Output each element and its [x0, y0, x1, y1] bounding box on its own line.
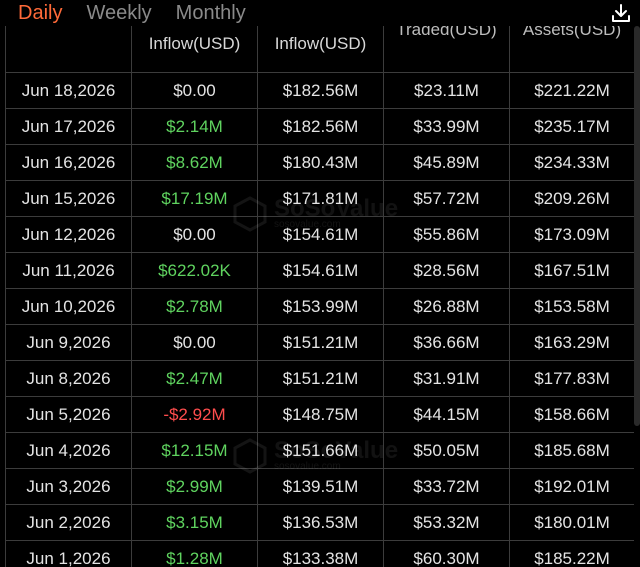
daily-inflow-cell: $12.15M: [131, 432, 258, 469]
header-net-assets[interactable]: Assets(USD): [509, 26, 634, 73]
net-assets-cell: $153.58M: [509, 288, 634, 325]
value-traded-cell: $57.72M: [383, 180, 510, 217]
daily-inflow-cell: $8.62M: [131, 144, 258, 181]
daily-inflow-cell: $2.47M: [131, 360, 258, 397]
net-assets-cell: $221.22M: [509, 72, 634, 109]
net-assets-cell: $180.01M: [509, 504, 634, 541]
cumulative-inflow-cell: $154.61M: [257, 252, 384, 289]
cumulative-inflow-cell: $151.66M: [257, 432, 384, 469]
cumulative-inflow-cell: $180.43M: [257, 144, 384, 181]
value-traded-cell: $53.32M: [383, 504, 510, 541]
daily-inflow-cell: $3.15M: [131, 504, 258, 541]
table-row[interactable]: Jun 17,2026 $2.14M $182.56M $33.99M $235.17M: [5, 108, 634, 145]
flow-table: Inflow(USD) Inflow(USD) Traded(USD) Asse…: [5, 26, 634, 567]
table-header-row: Inflow(USD) Inflow(USD) Traded(USD) Asse…: [5, 26, 634, 73]
value-traded-cell: $23.11M: [383, 72, 510, 109]
net-assets-cell: $185.68M: [509, 432, 634, 469]
daily-inflow-cell: $0.00: [131, 72, 258, 109]
cumulative-inflow-cell: $182.56M: [257, 108, 384, 145]
cumulative-inflow-cell: $154.61M: [257, 216, 384, 253]
date-cell: Jun 5,2026: [5, 396, 132, 433]
date-cell: Jun 12,2026: [5, 216, 132, 253]
cumulative-inflow-cell: $153.99M: [257, 288, 384, 325]
date-cell: Jun 8,2026: [5, 360, 132, 397]
value-traded-cell: $33.99M: [383, 108, 510, 145]
daily-inflow-cell: -$2.92M: [131, 396, 258, 433]
cumulative-inflow-cell: $171.81M: [257, 180, 384, 217]
value-traded-cell: $44.15M: [383, 396, 510, 433]
value-traded-cell: $31.91M: [383, 360, 510, 397]
net-assets-cell: $234.33M: [509, 144, 634, 181]
table-row[interactable]: Jun 9,2026 $0.00 $151.21M $36.66M $163.29M: [5, 324, 634, 361]
daily-inflow-cell: $1.28M: [131, 540, 258, 567]
net-assets-cell: $158.66M: [509, 396, 634, 433]
value-traded-cell: $28.56M: [383, 252, 510, 289]
date-cell: Jun 9,2026: [5, 324, 132, 361]
daily-inflow-cell: $622.02K: [131, 252, 258, 289]
scrollbar[interactable]: [634, 26, 640, 426]
date-cell: Jun 18,2026: [5, 72, 132, 109]
tab-weekly[interactable]: Weekly: [86, 2, 151, 24]
date-cell: Jun 4,2026: [5, 432, 132, 469]
table-row[interactable]: Jun 3,2026 $2.99M $139.51M $33.72M $192.01M: [5, 468, 634, 505]
date-cell: Jun 3,2026: [5, 468, 132, 505]
net-assets-cell: $235.17M: [509, 108, 634, 145]
cumulative-inflow-cell: $182.56M: [257, 72, 384, 109]
value-traded-cell: $26.88M: [383, 288, 510, 325]
cumulative-inflow-cell: $133.38M: [257, 540, 384, 567]
value-traded-cell: $45.89M: [383, 144, 510, 181]
net-assets-cell: $185.22M: [509, 540, 634, 567]
date-cell: Jun 10,2026: [5, 288, 132, 325]
tab-monthly[interactable]: Monthly: [176, 2, 246, 24]
date-cell: Jun 2,2026: [5, 504, 132, 541]
net-assets-cell: $163.29M: [509, 324, 634, 361]
date-cell: Jun 17,2026: [5, 108, 132, 145]
value-traded-cell: $33.72M: [383, 468, 510, 505]
daily-inflow-cell: $0.00: [131, 216, 258, 253]
table-row[interactable]: Jun 15,2026 $17.19M $171.81M $57.72M $209.26…: [5, 180, 634, 217]
table-row[interactable]: Jun 18,2026 $0.00 $182.56M $23.11M $221.22M: [5, 72, 634, 109]
header-cumulative-inflow[interactable]: Inflow(USD): [257, 26, 384, 73]
daily-inflow-cell: $2.99M: [131, 468, 258, 505]
daily-inflow-cell: $0.00: [131, 324, 258, 361]
cumulative-inflow-cell: $136.53M: [257, 504, 384, 541]
date-cell: Jun 11,2026: [5, 252, 132, 289]
value-traded-cell: $36.66M: [383, 324, 510, 361]
net-assets-cell: $173.09M: [509, 216, 634, 253]
date-cell: Jun 1,2026: [5, 540, 132, 567]
daily-inflow-cell: $17.19M: [131, 180, 258, 217]
cumulative-inflow-cell: $151.21M: [257, 360, 384, 397]
table-row[interactable]: Jun 2,2026 $3.15M $136.53M $53.32M $180.01M: [5, 504, 634, 541]
table-row[interactable]: Jun 1,2026 $1.28M $133.38M $60.30M $185.22M: [5, 540, 634, 567]
cumulative-inflow-cell: $139.51M: [257, 468, 384, 505]
table-row[interactable]: Jun 5,2026 -$2.92M $148.75M $44.15M $158.66M: [5, 396, 634, 433]
date-cell: Jun 16,2026: [5, 144, 132, 181]
date-cell: Jun 15,2026: [5, 180, 132, 217]
header-daily-inflow[interactable]: Inflow(USD): [131, 26, 258, 73]
period-tabs: Daily Weekly Monthly: [0, 0, 270, 26]
value-traded-cell: $50.05M: [383, 432, 510, 469]
net-assets-cell: $177.83M: [509, 360, 634, 397]
table-row[interactable]: Jun 8,2026 $2.47M $151.21M $31.91M $177.83M: [5, 360, 634, 397]
cumulative-inflow-cell: $151.21M: [257, 324, 384, 361]
table-row[interactable]: Jun 12,2026 $0.00 $154.61M $55.86M $173.09M: [5, 216, 634, 253]
download-icon[interactable]: [610, 2, 632, 24]
table-row[interactable]: Jun 10,2026 $2.78M $153.99M $26.88M $153.58M: [5, 288, 634, 325]
value-traded-cell: $60.30M: [383, 540, 510, 567]
tab-daily[interactable]: Daily: [18, 2, 62, 24]
table-row[interactable]: Jun 4,2026 $12.15M $151.66M $50.05M $185.68M: [5, 432, 634, 469]
table-row[interactable]: Jun 11,2026 $622.02K $154.61M $28.56M $167.5…: [5, 252, 634, 289]
header-date: [5, 26, 132, 73]
net-assets-cell: $167.51M: [509, 252, 634, 289]
cumulative-inflow-cell: $148.75M: [257, 396, 384, 433]
daily-inflow-cell: $2.14M: [131, 108, 258, 145]
daily-inflow-cell: $2.78M: [131, 288, 258, 325]
value-traded-cell: $55.86M: [383, 216, 510, 253]
table-row[interactable]: Jun 16,2026 $8.62M $180.43M $45.89M $234.33M: [5, 144, 634, 181]
header-value-traded[interactable]: Traded(USD): [383, 26, 510, 73]
net-assets-cell: $192.01M: [509, 468, 634, 505]
net-assets-cell: $209.26M: [509, 180, 634, 217]
